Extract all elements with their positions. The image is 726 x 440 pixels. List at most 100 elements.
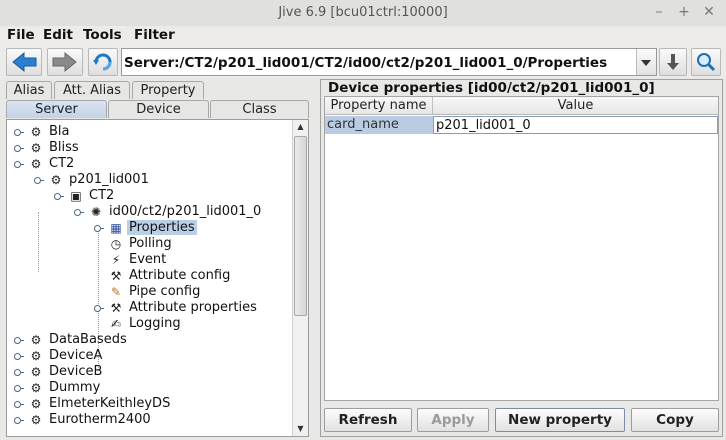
expand-toggle-icon[interactable] (94, 225, 104, 232)
left-panel: Alias Att. Alias Property Server Device … (4, 81, 313, 437)
server-icon: ⚙ (30, 381, 42, 395)
refresh-icon (93, 53, 112, 71)
server-icon: ⚙ (30, 349, 42, 363)
down-arrow-icon (667, 54, 679, 70)
expand-toggle-icon[interactable] (94, 305, 104, 312)
back-arrow-icon (12, 51, 37, 73)
attribute-config-icon: ⚒ (110, 269, 122, 283)
tree-node-label: DeviceB (49, 364, 103, 379)
address-dropdown-button[interactable] (636, 49, 656, 75)
tree-node-label: Logging (129, 316, 181, 331)
server-icon: ⚙ (30, 397, 42, 411)
expand-toggle-icon[interactable] (14, 337, 24, 344)
tree-node-label: p201_lid001 (69, 172, 149, 187)
menu-bar: File Edit Tools Filter (0, 26, 726, 46)
tree-node-label: Pipe config (129, 284, 201, 299)
server-icon: ⚙ (30, 141, 42, 155)
tree-node-label: DeviceA (49, 348, 103, 363)
tab-class[interactable]: Class (210, 100, 309, 118)
tab-device[interactable]: Device (108, 100, 209, 118)
chevron-down-icon (641, 60, 651, 66)
properties-icon: ▦ (110, 221, 122, 235)
scrollbar-thumb[interactable] (294, 136, 307, 316)
tree-node-label: ElmeterKeithleyDS (49, 396, 171, 411)
scroll-down-icon[interactable]: ▼ (293, 422, 308, 436)
maximize-icon[interactable]: + (675, 3, 693, 21)
forward-arrow-icon (52, 51, 77, 73)
logging-icon: ✍ (110, 317, 122, 331)
expand-toggle-icon[interactable] (14, 369, 24, 376)
expand-toggle-icon[interactable] (14, 385, 24, 392)
event-icon: ⚡ (111, 253, 121, 267)
tree-node-label: Attribute config (129, 268, 231, 283)
search-button[interactable] (691, 48, 721, 76)
search-icon (697, 53, 716, 72)
server-icon: ⚙ (30, 333, 42, 347)
tree-node-label: id00/ct2/p201_lid001_0 (109, 204, 262, 219)
tree-node-label: Dummy (49, 380, 101, 395)
panel-splitter[interactable] (314, 81, 319, 437)
collapse-toggle-icon[interactable] (14, 161, 24, 168)
server-icon: ⚙ (30, 365, 42, 379)
tab-server[interactable]: Server (6, 100, 107, 118)
expand-toggle-icon[interactable] (14, 129, 24, 136)
refresh-button[interactable]: Refresh (324, 408, 412, 432)
attribute-properties-icon: ⚒ (110, 301, 122, 315)
tree-node-label: CT2 (49, 156, 75, 171)
tree-node-label: Polling (129, 236, 172, 251)
device-properties-panel: Device properties [id00/ct2/p201_lid001_… (320, 79, 723, 437)
tree-node-label: Bla (49, 124, 70, 139)
property-name-cell[interactable]: card_name (325, 116, 433, 134)
tab-alias[interactable]: Alias (6, 81, 52, 99)
menu-edit[interactable]: Edit (43, 27, 73, 43)
tree-node-label: Attribute properties (129, 300, 257, 315)
back-button[interactable] (6, 48, 42, 76)
refresh-tree-button[interactable] (88, 48, 118, 76)
collapse-toggle-icon[interactable] (54, 193, 64, 200)
expand-toggle-icon[interactable] (14, 401, 24, 408)
address-text: Server:/CT2/p201_lid001/CT2/id00/ct2/p20… (124, 55, 608, 71)
close-icon[interactable]: ✕ (700, 3, 718, 21)
forward-button[interactable] (47, 48, 83, 76)
toolbar: Server:/CT2/p201_lid001/CT2/id00/ct2/p20… (0, 46, 726, 78)
tree-node-label: Eurotherm2400 (49, 412, 151, 427)
pipe-config-icon: ✎ (110, 285, 122, 299)
window-title: Jive 6.9 [bcu01ctrl:10000] (278, 5, 448, 20)
window-titlebar: Jive 6.9 [bcu01ctrl:10000] – + ✕ (0, 0, 726, 27)
server-icon: ⚙ (30, 125, 42, 139)
device-icon: ✺ (90, 205, 102, 219)
panel-title: Device properties [id00/ct2/p201_lid001_… (326, 80, 657, 96)
minimize-icon[interactable]: – (650, 3, 668, 21)
menu-file[interactable]: File (7, 27, 35, 43)
server-tree[interactable]: ⚙ Bla ⚙ Bliss ⚙ CT2 ⚙ p201_lid001 ▣ CT2 … (6, 119, 309, 437)
tree-node-label: DataBaseds (49, 332, 127, 347)
go-button[interactable] (659, 48, 687, 76)
tree-node-label: Properties (127, 220, 197, 235)
polling-icon: ◷ (110, 237, 122, 251)
copy-button[interactable]: Copy (631, 408, 719, 432)
new-property-button[interactable]: New property (495, 408, 625, 432)
collapse-toggle-icon[interactable] (74, 209, 84, 216)
column-header-property-name[interactable]: Property name (325, 97, 433, 115)
scroll-up-icon[interactable]: ▲ (293, 120, 308, 134)
properties-table[interactable]: Property name Value card_name p201_lid00… (324, 96, 719, 401)
menu-filter[interactable]: Filter (134, 27, 175, 43)
tab-property[interactable]: Property (132, 81, 204, 99)
tree-node-label: Event (129, 252, 167, 267)
tree-scrollbar[interactable]: ▲ ▼ (292, 120, 308, 436)
column-header-value[interactable]: Value (433, 97, 718, 115)
server-icon: ⚙ (30, 157, 42, 171)
class-icon: ▣ (70, 189, 82, 203)
tree-node-label: CT2 (89, 188, 115, 203)
menu-tools[interactable]: Tools (83, 27, 122, 43)
address-field[interactable]: Server:/CT2/p201_lid001/CT2/id00/ct2/p20… (121, 48, 657, 76)
apply-button[interactable]: Apply (417, 408, 489, 432)
collapse-toggle-icon[interactable] (34, 177, 44, 184)
expand-toggle-icon[interactable] (14, 353, 24, 360)
expand-toggle-icon[interactable] (14, 145, 24, 152)
expand-toggle-icon[interactable] (14, 417, 24, 424)
tree-guide-line (38, 212, 39, 272)
tree-node-label: Bliss (49, 140, 79, 155)
tab-att-alias[interactable]: Att. Alias (54, 81, 130, 99)
property-value-cell[interactable]: p201_lid001_0 (433, 116, 718, 134)
